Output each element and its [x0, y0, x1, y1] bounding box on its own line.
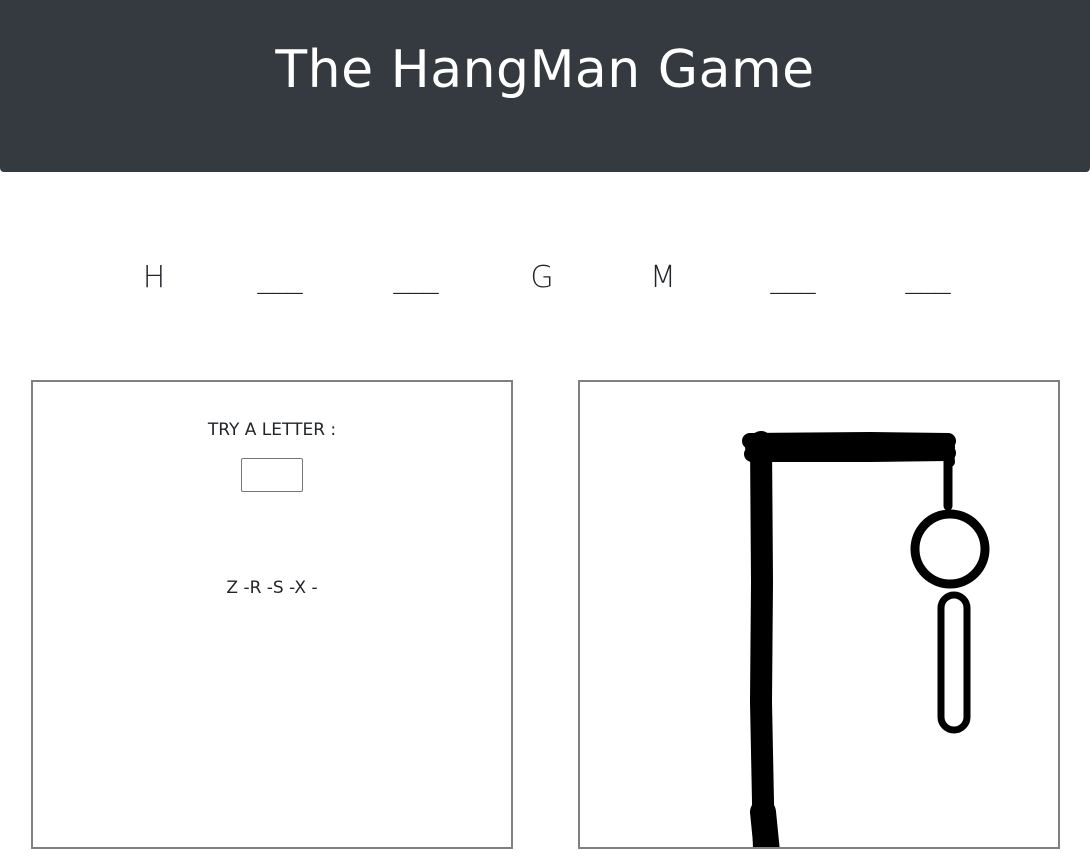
- wrong-letters-list: Z -R -S -X -: [226, 578, 318, 598]
- gallows-pole-base: [750, 799, 780, 847]
- letter-slot: M: [650, 260, 676, 295]
- hangman-body: [937, 591, 971, 734]
- hangman-drawing: [742, 431, 990, 847]
- header-bar: The HangMan Game: [0, 0, 1090, 172]
- letter-slot: G: [530, 260, 554, 295]
- letter-slot: ___: [257, 260, 303, 295]
- hangman-drawing-panel: [578, 380, 1060, 849]
- try-letter-label: TRY A LETTER :: [207, 420, 337, 440]
- letter-slot: ___: [905, 260, 951, 295]
- letter-slot: ___: [393, 260, 439, 295]
- page-title: The HangMan Game: [275, 40, 815, 100]
- hangman-head: [910, 509, 990, 589]
- letter-input[interactable]: [241, 458, 303, 492]
- input-panel: TRY A LETTER : Z -R -S -X -: [31, 380, 513, 849]
- gallows-pole: [750, 431, 775, 847]
- letter-slot: ___: [770, 260, 816, 295]
- word-display: H ___ ___ G M ___ ___: [0, 255, 1090, 305]
- letter-slot: H: [142, 260, 166, 295]
